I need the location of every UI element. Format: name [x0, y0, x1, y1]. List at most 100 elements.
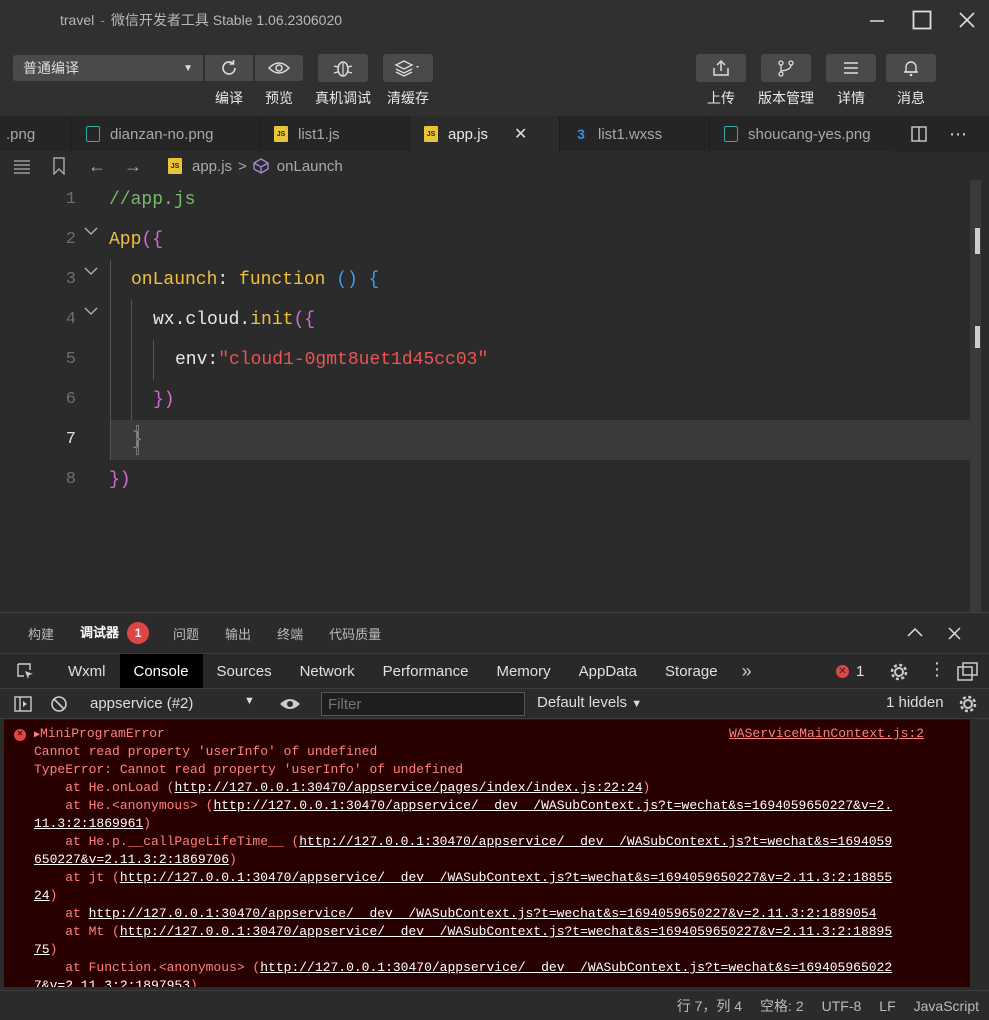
close-window-button[interactable]: [951, 6, 983, 34]
close-tab-icon[interactable]: ✕: [514, 124, 527, 144]
filter-input[interactable]: [321, 692, 525, 716]
more-actions-icon[interactable]: ⋯: [949, 124, 967, 145]
stack-link[interactable]: 650227&v=2.11.3:2:1869706: [34, 852, 229, 867]
back-icon[interactable]: ←: [88, 156, 106, 177]
tab-appdata[interactable]: AppData: [565, 654, 651, 688]
paren-token: (): [325, 270, 358, 290]
tab-output[interactable]: 输出: [225, 624, 251, 643]
breadcrumb-file[interactable]: app.js: [192, 158, 232, 175]
gear-icon[interactable]: [958, 694, 978, 714]
error-source-link[interactable]: WAServiceMainContext.js:2: [729, 725, 924, 743]
error-header[interactable]: ▶MiniProgramError: [34, 725, 165, 745]
details-button[interactable]: [826, 54, 876, 82]
refresh-icon: [222, 60, 236, 75]
stack-link[interactable]: 75: [34, 942, 50, 957]
tab-build[interactable]: 构建: [28, 624, 54, 643]
stack-link[interactable]: 7&v=2.11.3:2:1897953: [34, 978, 190, 987]
tab-code-quality[interactable]: 代码质量: [329, 624, 381, 643]
tab-shoucang-yes[interactable]: shoucang-yes.png: [710, 116, 910, 152]
tab-network[interactable]: Network: [286, 654, 369, 688]
chevron-up-icon[interactable]: [907, 628, 923, 638]
compile-button[interactable]: [205, 55, 253, 81]
sidebar-toggle-icon[interactable]: [14, 695, 32, 713]
stack-suffix: ): [642, 780, 651, 795]
code-editor[interactable]: 1 2 3 4 5 6 7 8 //app.js App({ onLaunch:…: [0, 180, 989, 612]
tab-png[interactable]: .png: [0, 116, 72, 152]
outline-icon[interactable]: [12, 158, 32, 174]
stack-link[interactable]: http://127.0.0.1:30470/appservice/__dev_…: [89, 906, 877, 921]
tab-storage[interactable]: Storage: [651, 654, 732, 688]
context-select[interactable]: appservice (#2): [90, 695, 193, 712]
tab-memory[interactable]: Memory: [482, 654, 564, 688]
css-file-icon: 3: [577, 126, 585, 142]
clear-cache-button[interactable]: [383, 54, 433, 82]
tab-performance[interactable]: Performance: [369, 654, 483, 688]
fold-chevron-icon[interactable]: [84, 266, 98, 276]
gear-icon[interactable]: [889, 662, 909, 682]
tab-list1-wxss[interactable]: 3 list1.wxss: [560, 116, 710, 152]
compile-mode-select[interactable]: 普通编译 ▼: [13, 55, 203, 81]
minimize-button[interactable]: [861, 6, 893, 34]
line-number: 3: [65, 270, 76, 289]
stack-link[interactable]: http://127.0.0.1:30470/appservice/__dev_…: [213, 798, 892, 813]
tab-terminal[interactable]: 终端: [277, 624, 303, 643]
upload-button[interactable]: [696, 54, 746, 82]
cursor-position[interactable]: 行 7，列 4: [677, 996, 742, 1016]
stack-link[interactable]: 24: [34, 888, 50, 903]
stack-prefix: at: [34, 906, 89, 921]
language-mode[interactable]: JavaScript: [914, 998, 979, 1014]
upload-label: 上传: [707, 90, 735, 106]
tab-console[interactable]: Console: [119, 654, 203, 688]
panel-tabs: 构建 调试器 1 问题 输出 终端 代码质量: [0, 613, 989, 653]
bookmark-icon[interactable]: [52, 157, 66, 175]
indentation[interactable]: 空格: 2: [760, 996, 804, 1016]
tab-app-js[interactable]: JS app.js ✕: [410, 116, 560, 152]
messages-button[interactable]: [886, 54, 936, 82]
tab-sources[interactable]: Sources: [203, 654, 286, 688]
toolbar: 普通编译 ▼ 编译 预览 真机调试 清缓存 上传 版本管理 详情 消息: [0, 40, 989, 116]
maximize-button[interactable]: [906, 6, 938, 34]
stack-link[interactable]: http://127.0.0.1:30470/appservice/__dev_…: [120, 924, 892, 939]
log-levels-select[interactable]: Default levels ▼: [537, 694, 642, 711]
version-control-button[interactable]: [761, 54, 811, 82]
tab-debugger[interactable]: 调试器 1: [80, 622, 150, 644]
line-number: 4: [65, 310, 76, 329]
tab-list1-js[interactable]: JS list1.js: [260, 116, 410, 152]
split-editor-icon[interactable]: [911, 126, 927, 142]
tab-tools: ⋯: [895, 116, 989, 152]
stack-prefix: at jt (: [34, 870, 120, 885]
stack-prefix: at Mt (: [34, 924, 120, 939]
preview-button[interactable]: [255, 55, 303, 81]
code-line-1: //app.js: [109, 180, 195, 220]
breadcrumb-symbol[interactable]: onLaunch: [277, 158, 343, 175]
stack-link[interactable]: http://127.0.0.1:30470/appservice/__dev_…: [120, 870, 892, 885]
stack-link[interactable]: http://127.0.0.1:30470/appservice/pages/…: [174, 780, 642, 795]
tab-wxml[interactable]: Wxml: [54, 654, 120, 688]
scrollbar-thumb[interactable]: [975, 228, 980, 254]
close-panel-icon[interactable]: [948, 627, 961, 640]
error-counter[interactable]: ✕ 1: [836, 663, 864, 680]
version-control-label: 版本管理: [758, 90, 814, 106]
fold-chevron-icon[interactable]: [84, 226, 98, 236]
undock-icon[interactable]: [957, 662, 979, 682]
forward-icon[interactable]: →: [124, 156, 142, 177]
fold-chevron-icon[interactable]: [84, 306, 98, 316]
image-file-icon: [724, 126, 738, 142]
tab-dianzan-no[interactable]: dianzan-no.png: [72, 116, 260, 152]
chevron-down-icon[interactable]: ▼: [244, 695, 255, 707]
stack-link[interactable]: http://127.0.0.1:30470/appservice/__dev_…: [299, 834, 892, 849]
encoding[interactable]: UTF-8: [822, 998, 862, 1014]
inspect-element-icon[interactable]: [16, 662, 34, 680]
more-tabs-icon[interactable]: »: [742, 661, 752, 682]
clear-console-icon[interactable]: [50, 695, 68, 713]
tab-label: dianzan-no.png: [110, 125, 214, 143]
tab-problems[interactable]: 问题: [173, 624, 199, 643]
kebab-menu-icon[interactable]: ⋮: [928, 659, 946, 680]
eye-icon[interactable]: [279, 696, 301, 712]
remote-debug-button[interactable]: [318, 54, 368, 82]
stack-link[interactable]: http://127.0.0.1:30470/appservice/__dev_…: [260, 960, 892, 975]
stack-link[interactable]: 11.3:2:1869961: [34, 816, 143, 831]
stack-line: 650227&v=2.11.3:2:1869706): [34, 851, 237, 869]
code-line-3: onLaunch: function () {: [131, 260, 379, 300]
line-ending[interactable]: LF: [879, 998, 895, 1014]
